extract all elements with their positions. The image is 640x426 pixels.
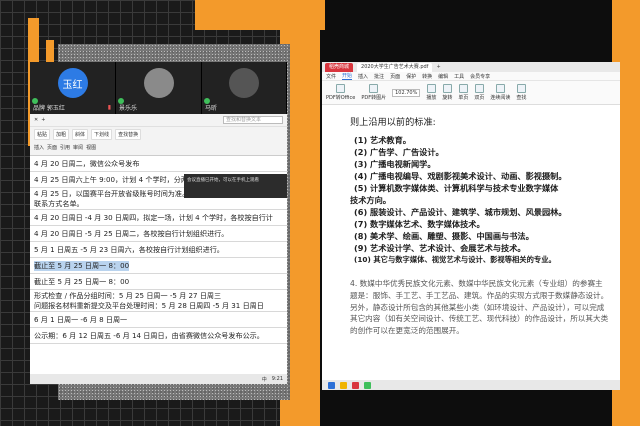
participant-name: 马昕 [205,105,218,112]
pdf-list-item: (9) 艺术设计学、艺术设计、会展艺术与技术。 [354,243,526,253]
paste-button[interactable]: 粘贴 [34,129,51,140]
meeting-document-window: 玉红 品牌 郭玉红 ▮ 景乐乐 马昕 ✕ + 查找和替换文本 粘贴 加粗 斜体 … [30,62,287,384]
pdf-convert-icon [336,84,346,93]
pdf-list-item: (3) 广播电视新闻学。 [354,159,436,169]
pdf-list-item: (10) 其它与数字媒体、视觉艺术与设计、影视等相关的专业。 [354,255,556,264]
participant-tile[interactable]: 景乐乐 [116,62,202,114]
play-icon [426,84,436,93]
participant-tile[interactable]: 马昕 [202,62,287,114]
menu-protect[interactable]: 保护 [406,73,416,80]
pdf-list-item: (1) 艺术教育。 [354,135,411,145]
avatar [229,68,259,98]
close-icon[interactable]: ✕ [34,117,38,123]
pdf-list-item: (5) 计算机数字媒体类、计算机科学与技术专业数字媒体 [354,183,559,193]
taskbar [322,380,620,390]
notification-popup[interactable]: 会议直播已开始，可以在手机上观看 [184,174,287,198]
pdf-to-office-button[interactable]: PDF转Office [326,84,355,101]
pdf-paragraph: 4. 数媒中华优秀民族文化元素、数媒中华民族文化元素（专业组）的参赛主题是：服饰… [350,279,609,336]
participant-tile[interactable]: 玉红 品牌 郭玉红 ▮ [30,62,116,114]
title-bar: 稻壳商城 2020大学生广告艺术大赛.pdf + [322,62,620,72]
search-icon [516,84,526,93]
signal-icon: ▮ [107,104,111,111]
search-input[interactable]: 查找和替换文本 [223,116,283,124]
zoom-field[interactable]: 102.70% [392,88,421,97]
doc-line: 6 月 1 日周一 -6 月 8 日周一 [30,312,287,328]
participant-name: 品牌 郭玉红 [33,105,65,112]
folder-icon[interactable] [340,381,347,389]
menu-bar: 文件 开始 插入 批注 页面 保护 转换 编辑 工具 会员专享 [322,72,620,81]
review-tab[interactable]: 审阅 [73,144,83,151]
double-page-button[interactable]: 双页 [474,84,484,101]
menu-edit[interactable]: 编辑 [438,73,448,80]
doc-line: 4 月 20 日周日 -5 月 25 日周二，各校按自行计划组织进行。 [30,226,287,242]
doc-line-selected[interactable]: 截止至 5 月 25 日周一 8：00 [30,258,287,274]
continuous-icon [495,84,505,93]
participant-name: 景乐乐 [119,105,138,112]
pdf-list-item: 技术方向。 [350,195,391,205]
pdf-list-item: (6) 服装设计、产品设计、建筑学、城市规划、风景园林。 [354,207,567,217]
bold-button[interactable]: 加粗 [53,129,70,140]
menu-page[interactable]: 页面 [390,73,400,80]
rotate-icon [442,84,452,93]
add-tab-icon[interactable]: + [436,64,440,70]
menu-annotate[interactable]: 批注 [374,73,384,80]
italic-button[interactable]: 斜体 [72,129,89,140]
pdf-list-item: (2) 广告学、广告设计。 [354,147,444,157]
doc-line: 5 月 1 日周五 -5 月 23 日周六，各校按自行计划组织进行。 [30,242,287,258]
doc-line: 4 月 20 日周二，微信公众号发布 [30,156,287,172]
single-page-button[interactable]: 单页 [458,84,468,101]
clock: 9:21 [271,376,283,382]
pdf-to-image-button[interactable]: PDF转图片 [361,84,386,101]
wechat-icon[interactable] [364,381,371,389]
add-tab-icon[interactable]: + [41,117,45,123]
avatar: 玉红 [57,68,88,98]
underline-button[interactable]: 下划线 [91,129,113,140]
document-toolbar: ✕ + 查找和替换文本 粘贴 加粗 斜体 下划线 查找替换 插入 页面 引用 审… [30,114,287,156]
tab-store[interactable]: 稻壳商城 [325,62,354,72]
menu-home[interactable]: 开始 [342,72,353,80]
play-button[interactable]: 播放 [426,84,436,101]
single-page-icon [458,84,468,93]
rotate-button[interactable]: 旋转 [442,84,452,101]
menu-file[interactable]: 文件 [326,73,336,80]
video-strip: 玉红 品牌 郭玉红 ▮ 景乐乐 马昕 [30,62,287,114]
image-icon [369,84,379,93]
tab-pdf-document[interactable]: 2020大学生广告艺术大赛.pdf [357,62,433,72]
page-tab[interactable]: 页面 [47,144,57,151]
taskbar: 中 9:21 [30,374,287,384]
menu-insert[interactable]: 插入 [358,73,368,80]
double-page-icon [474,84,484,93]
menu-tools[interactable]: 工具 [454,73,464,80]
doc-line: 4 月 20 日周日 -4 月 30 日周四，拟定一场，计划 4 个学时，各校按… [30,210,287,226]
menu-member[interactable]: 会员专享 [470,73,490,80]
find-button[interactable]: 查找 [516,84,526,101]
pdf-intro: 则上沿用以前的标准: [350,117,436,128]
wps-icon[interactable] [352,381,359,389]
pdf-reader-window: 稻壳商城 2020大学生广告艺术大赛.pdf + 文件 开始 插入 批注 页面 … [322,62,620,390]
view-tab[interactable]: 视图 [86,144,96,151]
doc-line: 形式检查 / 作品分组时间：5 月 25 日周一 -5 月 27 日周三 问题报… [30,290,287,312]
pdf-page: 则上沿用以前的标准: (1) 艺术教育。 (2) 广告学、广告设计。 (3) 广… [322,106,620,378]
reference-tab[interactable]: 引用 [60,144,70,151]
avatar [143,68,174,98]
pdf-list-item: (4) 广播电视编导、戏剧影视美术设计、动画、影视摄制。 [354,171,567,181]
ime-indicator[interactable]: 中 [262,376,267,383]
continuous-read-button[interactable]: 连续阅读 [490,84,510,101]
doc-line: 截止至 5 月 25 日周一 8：00 [30,274,287,290]
find-replace-button[interactable]: 查找替换 [115,129,142,140]
pdf-list-item: (7) 数字媒体艺术、数字媒体技术。 [354,219,485,229]
start-icon[interactable] [328,381,335,389]
insert-tab[interactable]: 插入 [34,144,44,151]
doc-line: 公示期：6 月 12 日周五 -6 月 14 日周日，由省赛微信公众号发布公示。 [30,328,287,344]
menu-convert[interactable]: 转换 [422,73,432,80]
pdf-list-item: (8) 美术学、绘画、雕塑、摄影、中国画与书法。 [354,231,534,241]
pdf-toolbar: PDF转Office PDF转图片 102.70% 播放 旋转 单页 双页 连续… [322,81,620,105]
